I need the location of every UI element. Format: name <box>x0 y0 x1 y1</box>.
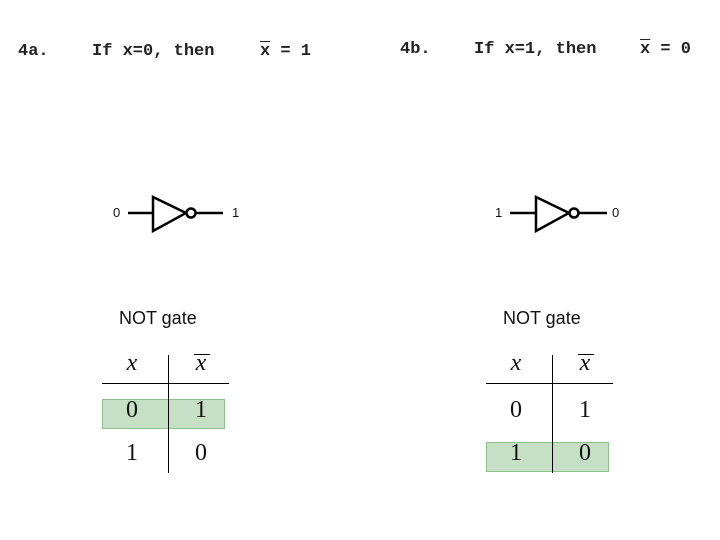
table-cell: 1 <box>195 397 207 423</box>
table-cell: 1 <box>579 397 591 423</box>
table-cell: 0 <box>579 440 591 466</box>
table-cell: 0 <box>510 397 522 423</box>
gate-b-output-label: 0 <box>612 205 620 220</box>
panel-4b-condition: If x=1, then <box>474 40 597 59</box>
truth-table-4b: x x 0 1 1 0 <box>486 350 614 475</box>
panel-4b-result: x = 0 <box>640 40 692 59</box>
table-cell: 0 <box>126 397 138 423</box>
header-divider <box>102 383 229 384</box>
x-bar-symbol: x <box>640 40 651 59</box>
gate-a-input-label: 0 <box>113 205 121 220</box>
header-overbar <box>578 354 594 355</box>
x-bar-symbol: x <box>260 42 271 61</box>
panel-4b-heading: 4b. If x=1, then x = 0 <box>400 40 691 116</box>
gate-a-output-label: 1 <box>232 205 240 220</box>
gate-b-input-label: 1 <box>495 205 503 220</box>
header-x: x <box>126 350 138 376</box>
column-divider <box>168 355 169 473</box>
table-cell: 1 <box>510 440 522 466</box>
not-gate-b-icon <box>510 195 607 234</box>
truth-table-4a: x x 0 1 1 0 <box>102 350 230 475</box>
table-cell: 1 <box>126 440 138 466</box>
panel-4b-caption: NOT gate <box>503 308 581 328</box>
panel-4b-number: 4b. <box>400 40 431 59</box>
table-cell: 0 <box>195 440 207 466</box>
panel-4a-condition: If x=0, then <box>92 42 215 61</box>
header-x: x <box>510 350 522 376</box>
not-gate-a-icon <box>128 195 223 234</box>
panel-4a-heading: 4a. If x=0, then x = 1 <box>18 42 311 118</box>
panel-4a-result: x = 1 <box>260 42 312 61</box>
panel-4a-number: 4a. <box>18 42 49 61</box>
panel-4a-caption: NOT gate <box>119 308 197 328</box>
column-divider <box>552 355 553 473</box>
header-overbar <box>194 354 210 355</box>
header-divider <box>486 383 613 384</box>
